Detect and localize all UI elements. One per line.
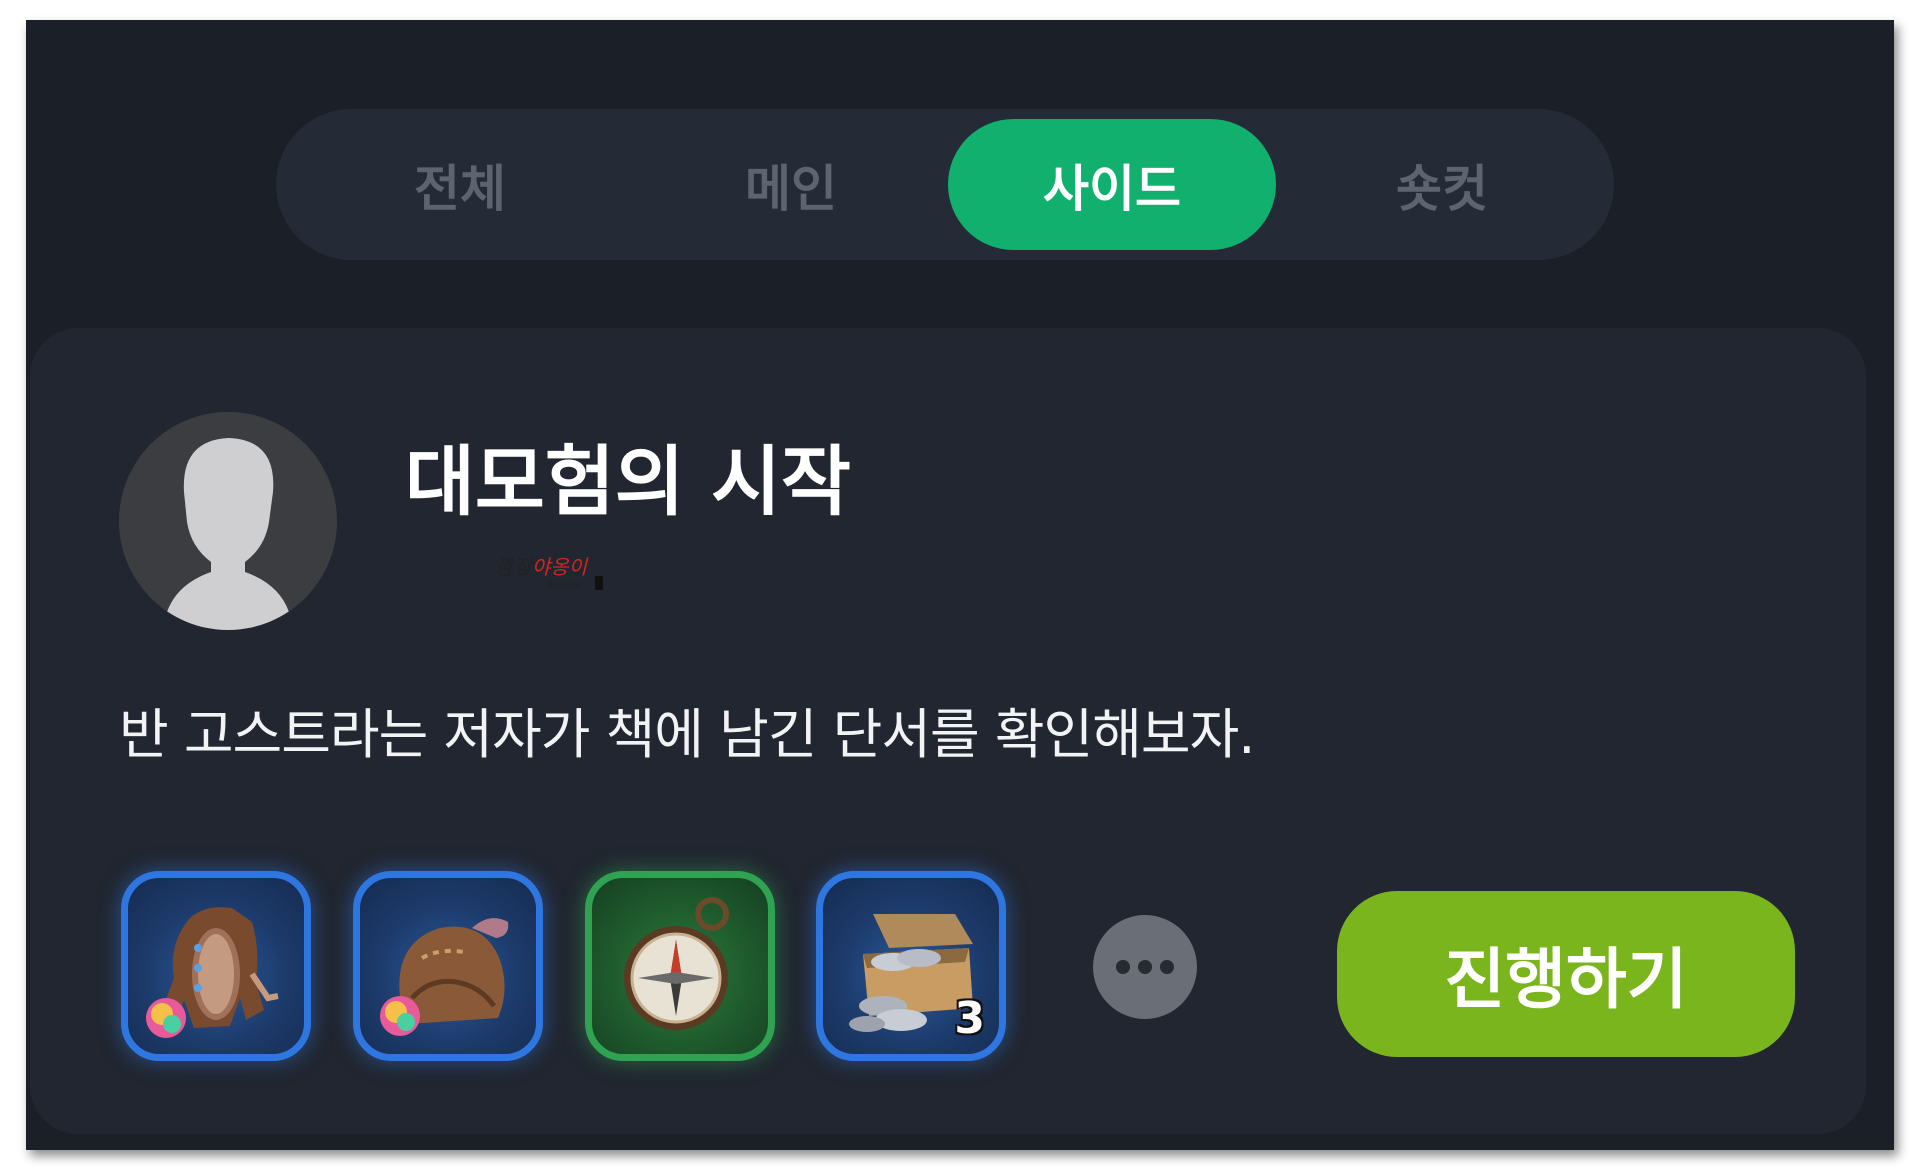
more-dot: [1138, 960, 1152, 974]
quest-tab-bar: 전체 메인 사이드 숏컷: [276, 109, 1614, 260]
tab-all[interactable]: 전체: [296, 119, 624, 250]
more-dot: [1160, 960, 1174, 974]
compass-icon: [624, 897, 729, 1030]
quest-panel: 전체 메인 사이드 숏컷 대모험의 시작 깜장야옹이 BlackCat 반 고스…: [26, 20, 1894, 1150]
watermark: 깜장야옹이 BlackCat: [495, 556, 615, 602]
reward-slot[interactable]: [353, 871, 543, 1061]
quest-title: 대모험의 시작: [405, 437, 851, 526]
tab-main[interactable]: 메인: [627, 119, 955, 250]
watermark-text-a: 깜장: [495, 555, 532, 579]
reward-count: 3: [954, 993, 985, 1044]
watermark-mark: [595, 576, 603, 590]
watermark-text-b: 야옹이: [531, 555, 588, 579]
leather-vest-icon: [146, 907, 279, 1038]
leather-helmet-icon: [380, 918, 509, 1036]
proceed-button[interactable]: 진행하기: [1337, 891, 1795, 1057]
reward-slot[interactable]: 3: [816, 871, 1006, 1061]
quest-card: 대모험의 시작 깜장야옹이 BlackCat 반 고스트라는 저자가 책에 남긴…: [30, 328, 1866, 1134]
more-dots-icon[interactable]: [1093, 915, 1197, 1019]
reward-slot[interactable]: [121, 871, 311, 1061]
more-dot: [1116, 960, 1130, 974]
quest-description: 반 고스트라는 저자가 책에 남긴 단서를 확인해보자.: [119, 703, 1255, 766]
tab-side[interactable]: 사이드: [948, 119, 1276, 250]
person-silhouette-icon: [119, 412, 337, 630]
tab-shortcut[interactable]: 숏컷: [1278, 119, 1606, 250]
watermark-subtext: BlackCat: [547, 580, 583, 589]
reward-slot[interactable]: [585, 871, 775, 1061]
